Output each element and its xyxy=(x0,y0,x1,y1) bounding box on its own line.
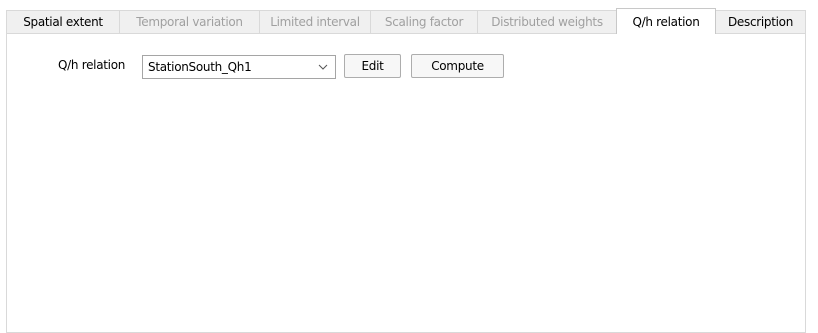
qh-relation-select[interactable]: StationSouth_Qh1 xyxy=(142,55,336,79)
tab-label: Distributed weights xyxy=(491,15,603,29)
tab-label: Limited interval xyxy=(270,15,360,29)
tab-label: Temporal variation xyxy=(136,15,243,29)
tab-limited-interval[interactable]: Limited interval xyxy=(259,10,371,33)
tab-description[interactable]: Description xyxy=(715,10,806,33)
edit-button-label: Edit xyxy=(361,59,384,73)
tab-label: Spatial extent xyxy=(23,15,103,29)
tab-qh-relation[interactable]: Q/h relation xyxy=(616,8,716,34)
qh-relation-value: StationSouth_Qh1 xyxy=(148,60,252,74)
tab-scaling-factor[interactable]: Scaling factor xyxy=(370,10,478,33)
tab-label: Description xyxy=(727,15,794,29)
compute-button[interactable]: Compute xyxy=(411,54,504,78)
compute-button-label: Compute xyxy=(431,59,484,73)
tab-label: Scaling factor xyxy=(384,15,464,29)
tab-label: Q/h relation xyxy=(632,14,700,29)
tab-content-panel xyxy=(6,33,806,333)
edit-button[interactable]: Edit xyxy=(344,54,401,78)
tab-strip: Spatial extent Temporal variation Limite… xyxy=(6,8,806,34)
tab-spatial-extent[interactable]: Spatial extent xyxy=(6,10,120,33)
tab-distributed-weights[interactable]: Distributed weights xyxy=(477,10,617,33)
qh-relation-label: Q/h relation xyxy=(58,58,126,72)
chevron-down-icon xyxy=(318,64,328,70)
tab-temporal-variation[interactable]: Temporal variation xyxy=(119,10,260,33)
